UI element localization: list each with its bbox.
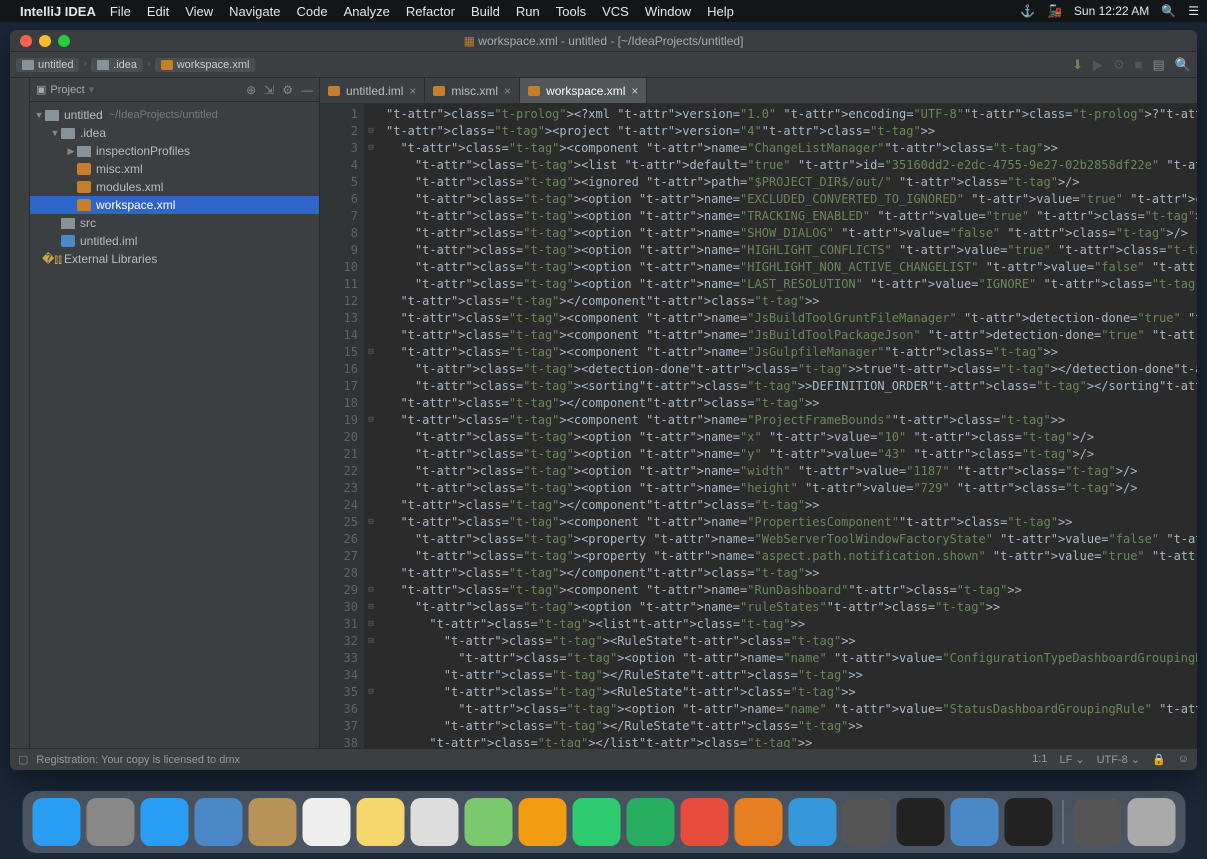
menu-vcs[interactable]: VCS (602, 4, 629, 19)
breadcrumb-item[interactable]: .idea (91, 58, 143, 72)
menu-window[interactable]: Window (645, 4, 691, 19)
dock-terminal-icon[interactable] (896, 798, 944, 846)
menu-code[interactable]: Code (296, 4, 327, 19)
menu-edit[interactable]: Edit (147, 4, 169, 19)
macos-dock (22, 791, 1185, 853)
menu-run[interactable]: Run (516, 4, 540, 19)
breadcrumb-item[interactable]: workspace.xml (155, 58, 256, 72)
dock-appstore-icon[interactable] (788, 798, 836, 846)
file-encoding[interactable]: UTF-8 ⌄ (1097, 753, 1140, 766)
macos-menubar: IntelliJ IDEA File Edit View Navigate Code An… (0, 0, 1207, 22)
status-bar: ▢ Registration: Your copy is licensed to… (10, 748, 1197, 770)
window-titlebar: ▦ workspace.xml - untitled - [~/IdeaProj… (10, 30, 1197, 52)
line-separator[interactable]: LF ⌄ (1059, 753, 1084, 766)
dock-settings-icon[interactable] (842, 798, 890, 846)
dock-mail-icon[interactable] (194, 798, 242, 846)
dock-xcode-icon[interactable] (950, 798, 998, 846)
project-tree[interactable]: ▼untitled~/IdeaProjects/untitled▼.idea▶i… (30, 102, 319, 748)
readonly-icon[interactable]: 🔒 (1152, 753, 1166, 766)
dock-facetime-icon[interactable] (626, 798, 674, 846)
spotlight-icon[interactable]: 🔍 (1161, 4, 1176, 18)
menu-file[interactable]: File (110, 4, 131, 19)
code-content[interactable]: "t-attr">class="t-prolog"><?xml "t-attr"… (378, 104, 1197, 748)
menu-extra-icon[interactable]: ⚓ (1020, 4, 1035, 18)
close-tab-icon[interactable]: × (409, 84, 416, 98)
project-view-icon: ▣ (36, 83, 46, 96)
breadcrumb-item[interactable]: untitled (16, 58, 79, 72)
dock-safari-icon[interactable] (140, 798, 188, 846)
menu-refactor[interactable]: Refactor (406, 4, 455, 19)
menu-extra-icon[interactable]: 🚂 (1047, 4, 1062, 18)
dock-messages-icon[interactable] (572, 798, 620, 846)
fold-gutter[interactable]: ⊟⊟⊟⊟⊟⊟⊟⊟⊟⊟ (364, 104, 378, 748)
zoom-window-button[interactable] (58, 35, 70, 47)
menu-icon[interactable]: ☰ (1188, 4, 1199, 18)
settings-icon[interactable]: ⚙ (282, 83, 293, 97)
dock-notes-icon[interactable] (356, 798, 404, 846)
menu-view[interactable]: View (185, 4, 213, 19)
dock-trash-icon[interactable] (1127, 798, 1175, 846)
window-title: ▦ workspace.xml - untitled - [~/IdeaProj… (10, 34, 1197, 48)
dock-reminders-icon[interactable] (410, 798, 458, 846)
menu-build[interactable]: Build (471, 4, 500, 19)
dock-launchpad-icon[interactable] (86, 798, 134, 846)
dock-intellij-icon[interactable] (1004, 798, 1052, 846)
tree-node-workspace-xml[interactable]: workspace.xml (30, 196, 319, 214)
caret-position[interactable]: 1:1 (1032, 753, 1047, 766)
app-name[interactable]: IntelliJ IDEA (20, 4, 96, 19)
hide-icon[interactable]: — (301, 83, 313, 97)
clock[interactable]: Sun 12:22 AM (1074, 4, 1149, 18)
tree-node-misc-xml[interactable]: misc.xml (30, 160, 319, 178)
search-icon[interactable]: 🔍 (1175, 57, 1191, 73)
toolbar: ⬇ ▶ ⚙ ■ ▤ 🔍 (1072, 57, 1191, 73)
project-pane-title[interactable]: Project (50, 84, 84, 96)
project-tool-window: ▣ Project ▾ ⊕ ⇲ ⚙ — ▼untitled~/IdeaProje… (30, 78, 320, 748)
close-tab-icon[interactable]: × (504, 84, 511, 98)
dock-itunes-icon[interactable] (680, 798, 728, 846)
status-message: Registration: Your copy is licensed to d… (36, 754, 240, 766)
editor-area: untitled.iml×misc.xml×workspace.xml× 123… (320, 78, 1197, 748)
menu-analyze[interactable]: Analyze (344, 4, 390, 19)
menu-tools[interactable]: Tools (556, 4, 586, 19)
menu-help[interactable]: Help (707, 4, 734, 19)
run-icon[interactable]: ▶ (1093, 57, 1103, 73)
dock-photos-icon[interactable] (518, 798, 566, 846)
editor-tabs: untitled.iml×misc.xml×workspace.xml× (320, 78, 1197, 104)
close-tab-icon[interactable]: × (631, 84, 638, 98)
build-icon[interactable]: ⬇ (1072, 57, 1083, 73)
editor-tab-untitled-iml[interactable]: untitled.iml× (320, 78, 425, 103)
collapse-all-icon[interactable]: ⇲ (264, 83, 274, 97)
dock-folder-icon[interactable] (1073, 798, 1121, 846)
tree-node-External Libraries[interactable]: �⫾⫾External Libraries (30, 250, 319, 268)
editor-tab-misc-xml[interactable]: misc.xml× (425, 78, 520, 103)
tool-window-quick-icon[interactable]: ▢ (18, 753, 28, 766)
tree-node-src[interactable]: src (30, 214, 319, 232)
dock-calendar-icon[interactable] (302, 798, 350, 846)
tool-window-strip-left[interactable] (10, 78, 30, 748)
dock-ibooks-icon[interactable] (734, 798, 782, 846)
structure-icon[interactable]: ▤ (1153, 57, 1165, 73)
navigation-bar: untitled›.idea›workspace.xml ⬇ ▶ ⚙ ■ ▤ 🔍 (10, 52, 1197, 78)
hector-icon[interactable]: ☺ (1178, 753, 1189, 766)
app-window: ▦ workspace.xml - untitled - [~/IdeaProj… (10, 30, 1197, 770)
stop-icon[interactable]: ■ (1135, 57, 1143, 73)
code-editor[interactable]: 1234567891011121314151617181920212223242… (320, 104, 1197, 748)
editor-tab-workspace-xml[interactable]: workspace.xml× (520, 78, 647, 103)
tree-node-modules-xml[interactable]: modules.xml (30, 178, 319, 196)
tree-node-inspectionProfiles[interactable]: ▶inspectionProfiles (30, 142, 319, 160)
dock-maps-icon[interactable] (464, 798, 512, 846)
debug-icon[interactable]: ⚙ (1113, 57, 1125, 73)
close-window-button[interactable] (20, 35, 32, 47)
line-number-gutter[interactable]: 1234567891011121314151617181920212223242… (320, 104, 364, 748)
dock-contacts-icon[interactable] (248, 798, 296, 846)
dock-finder-icon[interactable] (32, 798, 80, 846)
tree-node--idea[interactable]: ▼.idea (30, 124, 319, 142)
scroll-to-source-icon[interactable]: ⊕ (246, 83, 256, 97)
tree-node-untitled[interactable]: ▼untitled~/IdeaProjects/untitled (30, 106, 319, 124)
menu-navigate[interactable]: Navigate (229, 4, 280, 19)
minimize-window-button[interactable] (39, 35, 51, 47)
tree-node-untitled-iml[interactable]: untitled.iml (30, 232, 319, 250)
